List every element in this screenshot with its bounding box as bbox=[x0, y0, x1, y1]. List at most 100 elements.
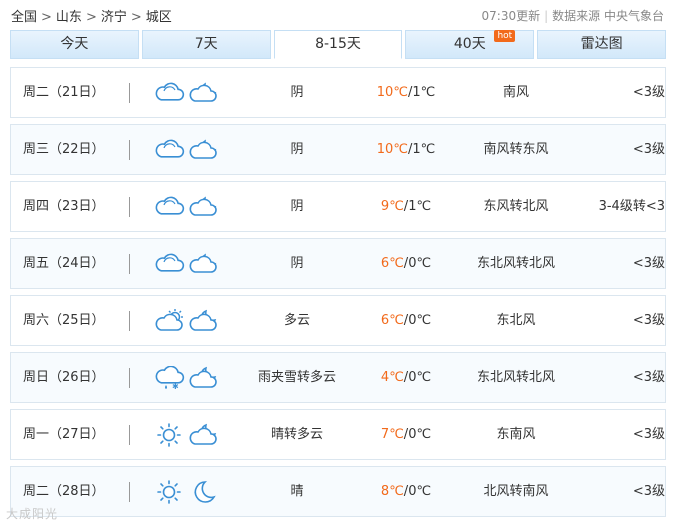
svg-text:✱: ✱ bbox=[172, 382, 179, 390]
forecast-row: 周六（25日） 多云 6℃/0℃ 东北风 <3级 bbox=[10, 295, 666, 346]
wind-level: <3级 bbox=[632, 313, 665, 328]
weather-description: 阴 bbox=[290, 85, 304, 100]
temp-high: 6℃ bbox=[380, 313, 404, 328]
weather-icons bbox=[155, 68, 235, 117]
cloudy-icon bbox=[155, 81, 185, 105]
weather-description: 阴 bbox=[290, 199, 304, 214]
update-time: 07:30更新 bbox=[481, 9, 541, 23]
cloudy-moon-icon bbox=[189, 81, 219, 105]
cloudy-moon-icon bbox=[189, 195, 219, 219]
temp-low: 0℃ bbox=[408, 427, 432, 442]
breadcrumb-country[interactable]: 全国 bbox=[11, 10, 37, 25]
tab-40-days[interactable]: 40天 hot bbox=[405, 30, 535, 59]
temperature: 7℃/0℃ bbox=[380, 427, 432, 442]
breadcrumb-district[interactable]: 城区 bbox=[146, 10, 172, 25]
weather-icons bbox=[155, 410, 235, 459]
temperature: 6℃/0℃ bbox=[380, 313, 432, 328]
wind-direction: 东北风转北风 bbox=[476, 256, 555, 271]
tab-7-days[interactable]: 7天 bbox=[141, 30, 271, 59]
wind-level: 3-4级转<3 bbox=[598, 199, 665, 214]
temperature: 6℃/0℃ bbox=[380, 256, 432, 271]
temp-low: 0℃ bbox=[408, 256, 432, 271]
forecast-row: 周四（23日） 阴 9℃/1℃ 东风转北风 3-4级转<3 bbox=[10, 181, 666, 232]
cloudy-moon-icon bbox=[189, 252, 219, 276]
day-label: 周六（25日） bbox=[23, 313, 105, 328]
day-label: 周四（23日） bbox=[23, 199, 105, 214]
temp-low: 1℃ bbox=[412, 85, 436, 100]
temp-high: 9℃ bbox=[380, 199, 404, 214]
weather-description: 晴 bbox=[290, 484, 304, 499]
day-label: 周三（22日） bbox=[23, 142, 105, 157]
sunny-icon bbox=[155, 479, 185, 504]
temp-low: 0℃ bbox=[408, 313, 432, 328]
tab-label: 40天 bbox=[453, 36, 486, 52]
watermark: 大成阳光 bbox=[6, 507, 59, 521]
cloudy-icon bbox=[155, 252, 185, 276]
hot-badge: hot bbox=[494, 30, 516, 42]
forecast-row: 周三（22日） 阴 10℃/1℃ 南风转东风 <3级 bbox=[10, 124, 666, 175]
top-bar: 全国 > 山东 > 济宁 > 城区 07:30更新 | 数据来源 中央气象台 bbox=[0, 0, 676, 30]
wind-level: <3级 bbox=[632, 484, 665, 499]
temp-high: 6℃ bbox=[380, 256, 404, 271]
wind-level: <3级 bbox=[632, 370, 665, 385]
divider bbox=[129, 425, 130, 445]
divider bbox=[129, 83, 130, 103]
forecast-row: 周二（21日） 阴 10℃/1℃ 南风 <3级 bbox=[10, 67, 666, 118]
weather-icons: ✱ bbox=[155, 353, 235, 402]
breadcrumb-province[interactable]: 山东 bbox=[56, 10, 82, 25]
wind-level: <3级 bbox=[632, 85, 665, 100]
temp-low: 1℃ bbox=[408, 199, 432, 214]
weather-icons bbox=[155, 239, 235, 288]
temperature: 4℃/0℃ bbox=[380, 370, 432, 385]
temp-high: 4℃ bbox=[380, 370, 404, 385]
weather-description: 阴 bbox=[290, 142, 304, 157]
tab-today[interactable]: 今天 bbox=[10, 30, 139, 59]
forecast-row: 周五（24日） 阴 6℃/0℃ 东北风转北风 <3级 bbox=[10, 238, 666, 289]
forecast-list: 周二（21日） 阴 10℃/1℃ 南风 <3级 周三（22日） 阴 10℃/1℃… bbox=[10, 67, 666, 523]
tab-8-15-days[interactable]: 8-15天 bbox=[273, 30, 403, 59]
cloudy-moon-icon bbox=[189, 138, 219, 162]
partly-cloudy-sun-icon bbox=[155, 308, 185, 333]
forecast-row: 周一（27日） 晴转多云 7℃/0℃ 东南风 <3级 bbox=[10, 409, 666, 460]
tab-radar[interactable]: 雷达图 bbox=[537, 30, 666, 59]
wind-level: <3级 bbox=[632, 427, 665, 442]
weather-description: 晴转多云 bbox=[270, 427, 323, 442]
partly-cloudy-moon-icon bbox=[189, 423, 219, 447]
breadcrumb: 全国 > 山东 > 济宁 > 城区 bbox=[11, 6, 172, 25]
cloudy-icon bbox=[155, 195, 185, 219]
breadcrumb-separator: > bbox=[130, 10, 142, 25]
day-label: 周二（21日） bbox=[23, 85, 105, 100]
wind-direction: 北风转南风 bbox=[483, 484, 549, 499]
day-label: 周五（24日） bbox=[23, 256, 105, 271]
breadcrumb-separator: > bbox=[85, 10, 97, 25]
temp-low: 0℃ bbox=[408, 484, 432, 499]
cloudy-icon bbox=[155, 138, 185, 162]
forecast-row: 周日（26日） ✱ 雨夹雪转多云 4℃/0℃ 东北风转北风 <3级 bbox=[10, 352, 666, 403]
forecast-tabs: 今天 7天 8-15天 40天 hot 雷达图 bbox=[10, 30, 666, 59]
weather-description: 阴 bbox=[290, 256, 304, 271]
wind-level: <3级 bbox=[632, 142, 665, 157]
temp-low: 1℃ bbox=[412, 142, 436, 157]
divider bbox=[129, 197, 130, 217]
wind-direction: 南风 bbox=[502, 85, 529, 100]
wind-direction: 东南风 bbox=[496, 427, 536, 442]
wind-level: <3级 bbox=[632, 256, 665, 271]
wind-direction: 东北风 bbox=[496, 313, 536, 328]
wind-direction: 东风转北风 bbox=[483, 199, 549, 214]
breadcrumb-city[interactable]: 济宁 bbox=[101, 10, 127, 25]
temp-high: 10℃ bbox=[376, 85, 408, 100]
temp-low: 0℃ bbox=[408, 370, 432, 385]
divider bbox=[129, 311, 130, 331]
wind-direction: 东北风转北风 bbox=[476, 370, 555, 385]
weather-icons bbox=[155, 296, 235, 345]
weather-icons bbox=[155, 125, 235, 174]
partly-cloudy-moon-icon bbox=[189, 309, 219, 333]
temperature: 10℃/1℃ bbox=[376, 142, 436, 157]
temperature: 8℃/0℃ bbox=[380, 484, 432, 499]
day-label: 周日（26日） bbox=[23, 370, 105, 385]
tab-label: 今天 bbox=[60, 36, 89, 52]
temperature: 9℃/1℃ bbox=[380, 199, 432, 214]
temp-high: 8℃ bbox=[380, 484, 404, 499]
partly-cloudy-moon-icon bbox=[189, 366, 219, 390]
weather-description: 雨夹雪转多云 bbox=[257, 370, 336, 385]
